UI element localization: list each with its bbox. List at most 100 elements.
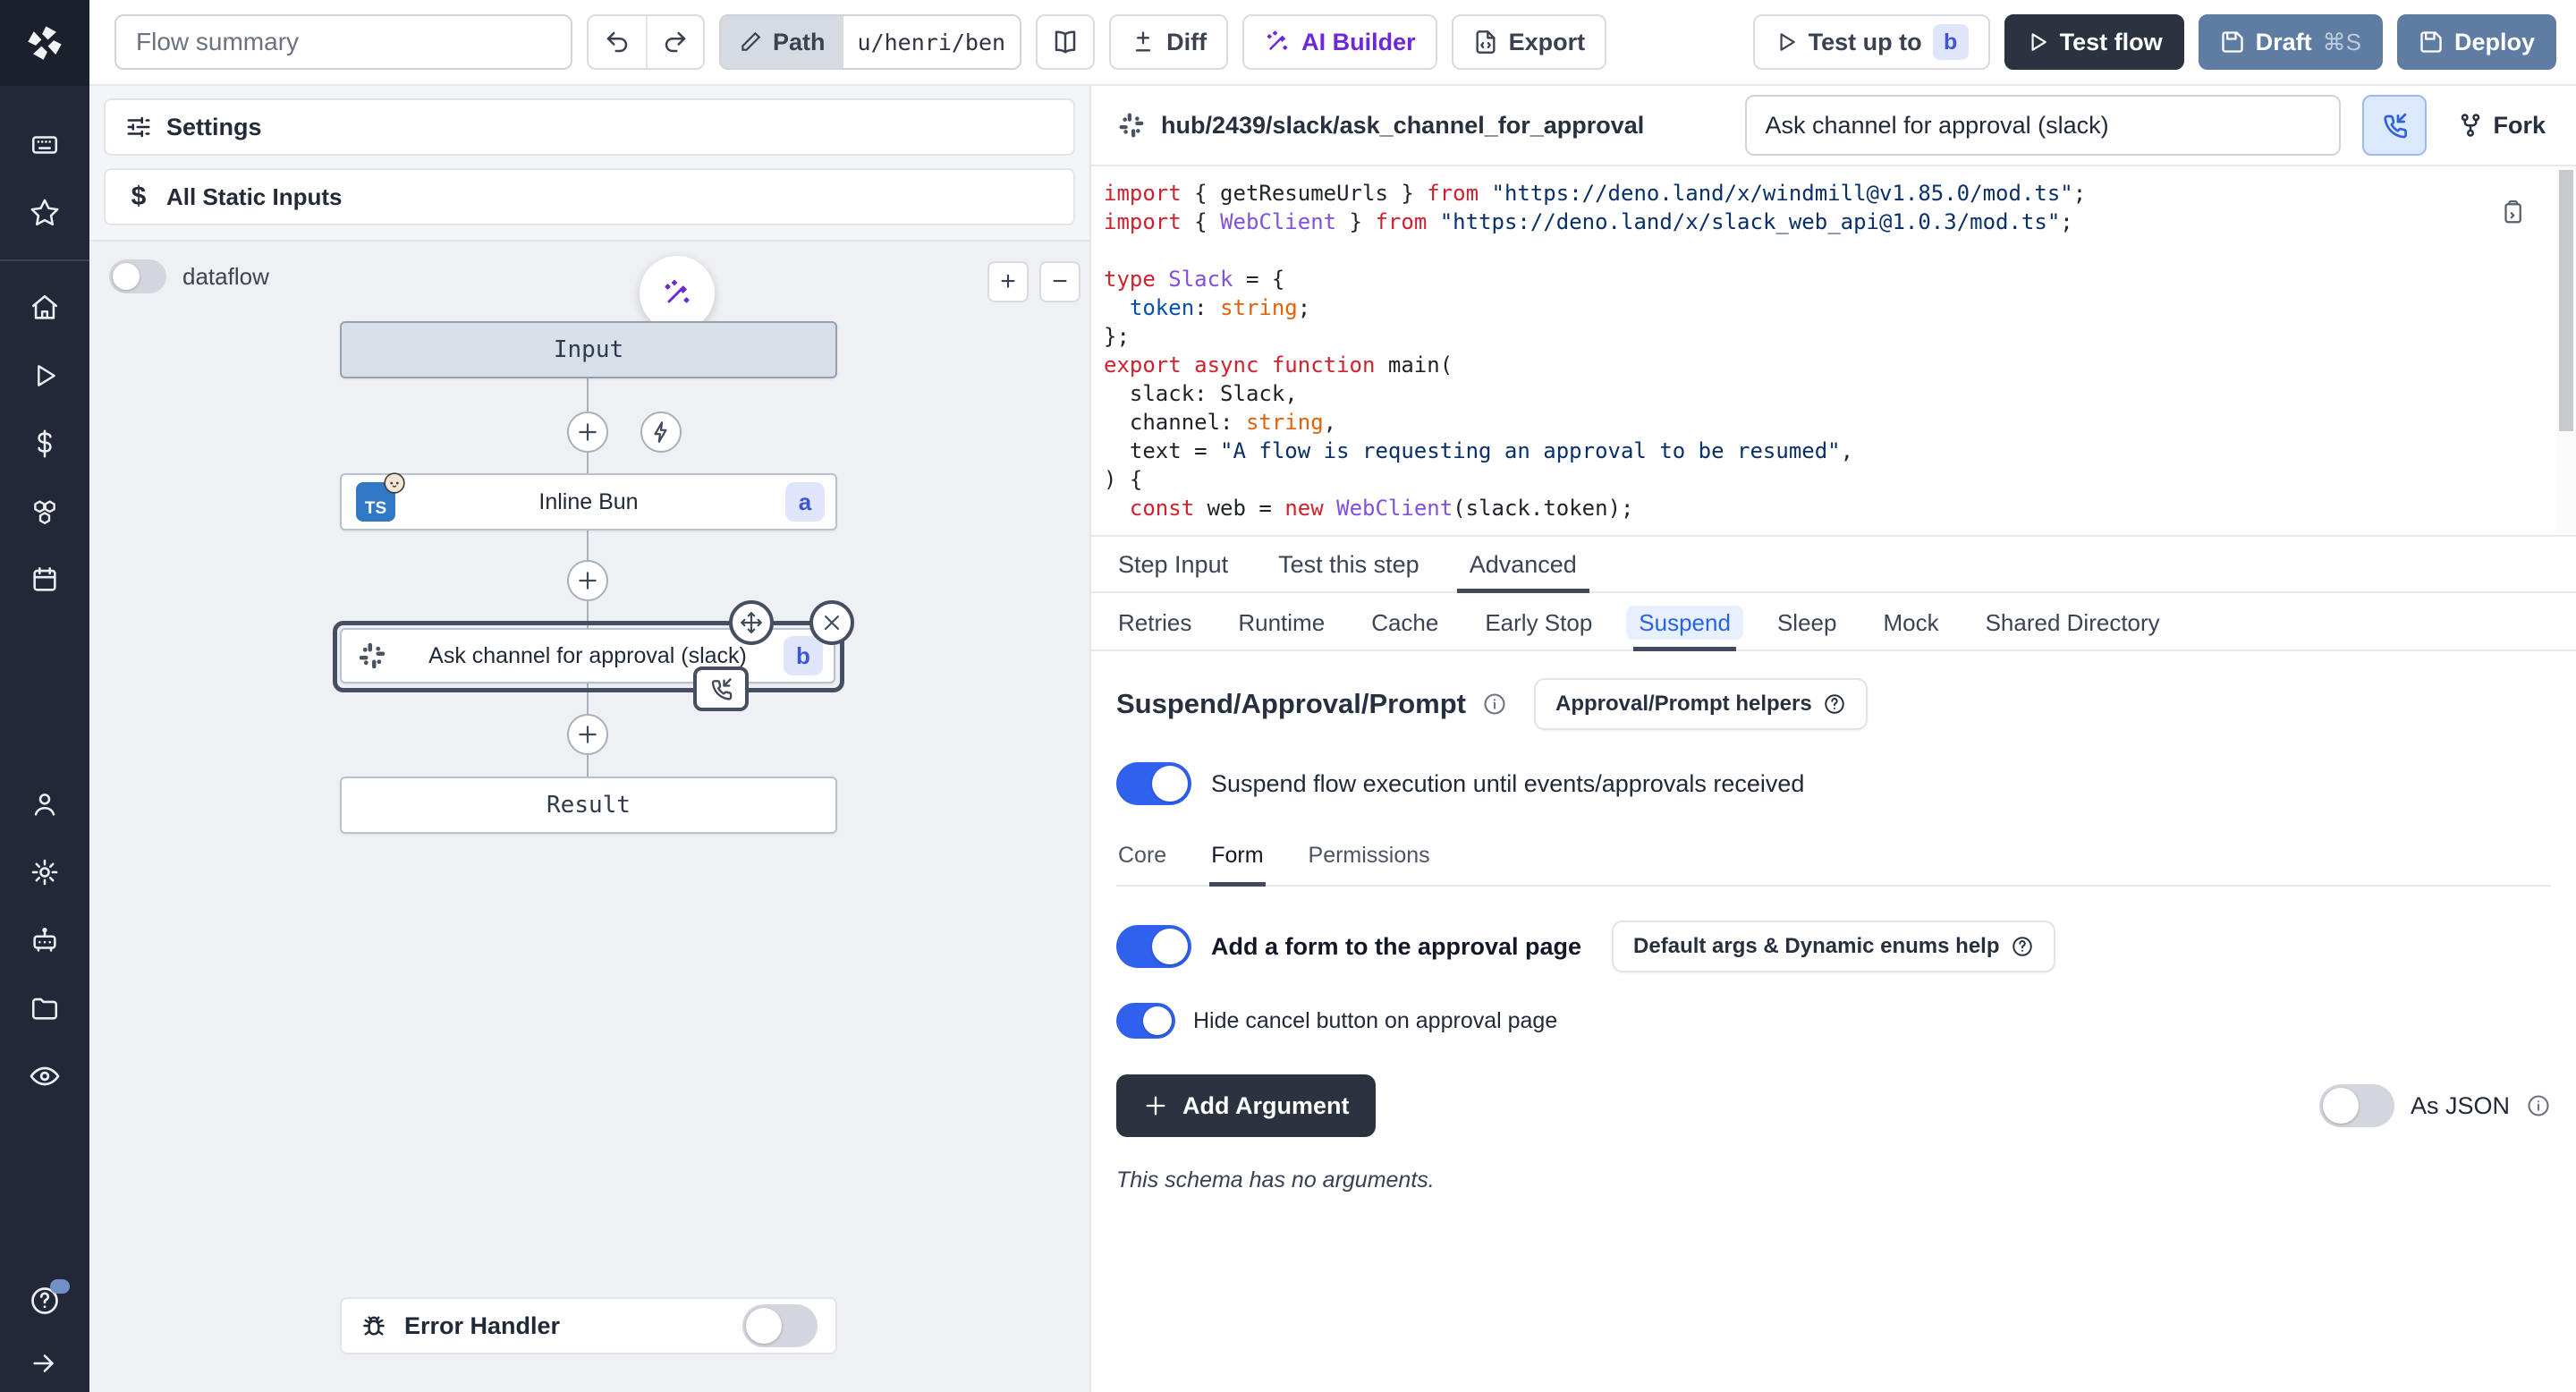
tab-permissions[interactable]: Permissions (1307, 843, 1432, 885)
export-button[interactable]: Export (1452, 14, 1607, 70)
flow-graph-canvas[interactable]: dataflow + − Input (89, 240, 1089, 1392)
subtab-early-stop[interactable]: Early Stop (1483, 602, 1594, 649)
empty-schema-text: This schema has no arguments. (1116, 1167, 2551, 1193)
test-up-to-button[interactable]: Test up to b (1753, 14, 1990, 70)
test-flow-button[interactable]: Test flow (2004, 14, 2184, 70)
fork-label: Fork (2493, 112, 2546, 140)
typescript-icon: TS (356, 482, 395, 522)
suspend-toggle[interactable] (1116, 762, 1191, 805)
audit-icon[interactable] (0, 1042, 89, 1110)
approval-prompt-helpers-label: Approval/Prompt helpers (1555, 692, 1812, 717)
tab-test-this-step[interactable]: Test this step (1276, 537, 1421, 591)
undo-redo-group (587, 14, 705, 70)
subtab-suspend[interactable]: Suspend (1637, 602, 1733, 649)
code-scrollbar-thumb[interactable] (2559, 170, 2573, 431)
expand-sidebar-icon[interactable] (0, 1335, 89, 1392)
subtab-mock[interactable]: Mock (1881, 602, 1940, 649)
help-circle-icon (2011, 935, 2034, 958)
subtab-sleep[interactable]: Sleep (1775, 602, 1839, 649)
docs-button[interactable] (1036, 14, 1095, 70)
variables-icon[interactable] (0, 410, 89, 478)
flow-summary-input[interactable] (114, 14, 572, 70)
step-name-input[interactable] (1745, 95, 2341, 156)
flow-settings-button[interactable]: Settings (104, 98, 1075, 156)
path-value[interactable]: u/henri/ben (843, 16, 1021, 68)
add-step-button-2[interactable] (567, 560, 608, 601)
zoom-out-button[interactable]: − (1039, 261, 1080, 302)
hide-cancel-toggle[interactable] (1116, 1003, 1175, 1039)
star-icon[interactable] (0, 179, 89, 247)
phone-incoming-icon (2380, 111, 2409, 140)
step-header: hub/2439/slack/ask_channel_for_approval (1091, 86, 2576, 166)
approval-prompt-helpers-button[interactable]: Approval/Prompt helpers (1534, 678, 1868, 730)
suspend-indicator-button[interactable] (2362, 95, 2427, 156)
subtab-retries[interactable]: Retries (1116, 602, 1193, 649)
add-step-button-1[interactable] (567, 412, 608, 453)
flow-node-result[interactable]: Result (340, 777, 837, 834)
default-args-help-button[interactable]: Default args & Dynamic enums help (1612, 921, 2055, 972)
tab-core[interactable]: Core (1116, 843, 1168, 885)
bug-icon (360, 1311, 388, 1340)
tab-form[interactable]: Form (1209, 843, 1265, 885)
deploy-label: Deploy (2454, 29, 2535, 56)
subtab-cache[interactable]: Cache (1369, 602, 1440, 649)
ai-builder-button[interactable]: AI Builder (1242, 14, 1437, 70)
error-handler-card[interactable]: Error Handler (340, 1297, 837, 1354)
delete-step-button[interactable] (809, 600, 854, 645)
hide-cancel-label: Hide cancel button on approval page (1193, 1008, 1557, 1034)
home-icon[interactable] (0, 274, 89, 342)
deploy-button[interactable]: Deploy (2397, 14, 2556, 70)
help-circle-icon (1823, 692, 1846, 716)
all-static-inputs-button[interactable]: $ All Static Inputs (104, 168, 1075, 225)
add-trigger-button[interactable] (640, 412, 682, 453)
advanced-subtabs: Retries Runtime Cache Early Stop Suspend… (1091, 593, 2576, 651)
app-root: Path u/henri/ben Diff AI Builder Export (0, 0, 2576, 1392)
schedules-icon[interactable] (0, 546, 89, 614)
undo-button[interactable] (589, 16, 646, 68)
ai-flow-button[interactable] (640, 256, 715, 331)
flow-node-input-label: Input (554, 336, 623, 363)
users-icon[interactable] (0, 770, 89, 838)
add-argument-button[interactable]: Add Argument (1116, 1074, 1376, 1137)
redo-button[interactable] (646, 16, 703, 68)
workers-icon[interactable] (0, 906, 89, 974)
as-json-label: As JSON (2411, 1092, 2510, 1120)
step-hub-path-group: hub/2439/slack/ask_channel_for_approval (1116, 110, 1724, 140)
diff-icon (1131, 30, 1156, 55)
subtab-runtime[interactable]: Runtime (1236, 602, 1326, 649)
tab-advanced[interactable]: Advanced (1468, 537, 1579, 591)
zoom-in-button[interactable]: + (987, 261, 1029, 302)
step-tabs: Step Input Test this step Advanced (1091, 537, 2576, 593)
flow-node-input[interactable]: Input (340, 321, 837, 378)
draft-button[interactable]: Draft ⌘S (2199, 14, 2383, 70)
diff-button[interactable]: Diff (1109, 14, 1228, 70)
code-editor[interactable]: import { getResumeUrls } from "https://d… (1091, 166, 2576, 537)
dataflow-toggle[interactable] (109, 259, 166, 293)
help-icon[interactable] (0, 1267, 89, 1335)
flow-node-approval-selected[interactable]: Ask channel for approval (slack) b (333, 621, 844, 692)
add-form-toggle[interactable] (1116, 925, 1191, 968)
error-handler-toggle[interactable] (742, 1304, 818, 1347)
fork-button[interactable]: Fork (2448, 112, 2555, 140)
folders-icon[interactable] (0, 974, 89, 1042)
flow-node-inline-bun[interactable]: TS Inline Bun a (340, 473, 837, 530)
save-icon (2220, 30, 2245, 55)
path-control[interactable]: Path u/henri/ben (719, 14, 1021, 70)
resources-icon[interactable] (0, 478, 89, 546)
windmill-logo[interactable] (0, 0, 89, 86)
code-lines[interactable]: import { getResumeUrls } from "https://d… (1091, 166, 2576, 522)
copy-code-button[interactable] (2499, 199, 2526, 225)
add-step-button-3[interactable] (567, 714, 608, 755)
move-step-button[interactable] (729, 600, 774, 645)
bun-icon (383, 471, 406, 495)
subtab-shared-directory[interactable]: Shared Directory (1984, 602, 2162, 649)
step-id-badge-b: b (784, 636, 823, 675)
add-argument-label: Add Argument (1182, 1092, 1349, 1120)
left-sidebar (0, 0, 89, 1392)
as-json-toggle[interactable] (2319, 1084, 2394, 1127)
runs-icon[interactable] (0, 342, 89, 410)
workspace-icon[interactable] (0, 111, 89, 179)
flow-node-approval-label: Ask channel for approval (slack) (428, 643, 747, 669)
settings-icon[interactable] (0, 838, 89, 906)
tab-step-input[interactable]: Step Input (1116, 537, 1230, 591)
